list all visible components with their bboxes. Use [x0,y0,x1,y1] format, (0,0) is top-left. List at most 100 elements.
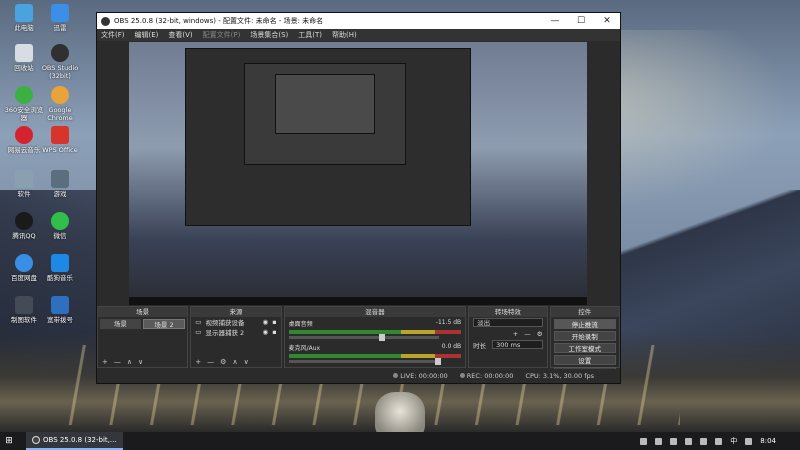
desktop-icon-games-folder[interactable]: 游戏 [38,170,82,198]
mixer-channel-header: 麦克风/Aux 0.0 dB [289,343,462,352]
mixer-channel-header: 桌面音频 -11.5 dB [289,319,462,328]
menu-bar: 文件(F) 编辑(E) 查看(V) 配置文件(P) 场景集合(S) 工具(T) … [97,29,620,41]
wps-icon [51,126,69,144]
preview-recursive-obs [185,48,471,226]
wechat-tray-icon[interactable] [715,437,723,445]
obs-icon [51,44,69,62]
cloud-icon [15,254,33,272]
stop-streaming-button[interactable]: 停止推流 [553,319,616,329]
recycle-bin-icon [15,44,33,62]
source-item[interactable]: ▭ 视频捕获设备 ◉ ▪ [191,317,280,327]
menu-tools[interactable]: 工具(T) [298,30,322,40]
desktop-icon-chrome[interactable]: Google Chrome [38,86,82,122]
window-titlebar[interactable]: OBS 25.0.8 (32-bit, windows) - 配置文件: 未命名… [97,13,620,29]
sources-dock: 来源 ▭ 视频捕获设备 ◉ ▪ ▭ 显示器捕获 2 ◉ ▪ + — ⚙ ∧ ∨ [190,306,282,368]
dock-area: 场景 场景 场景 2 + — ∧ ∨ 来源 ▭ 视频捕获设备 ◉ ▪ ▭ 显示器… [97,306,620,377]
menu-edit[interactable]: 编辑(E) [135,30,159,40]
transitions-dock: 转场特效 淡出 + — ⚙ 时长 300 ms [468,306,548,368]
volume-slider-handle[interactable] [378,334,385,341]
input-method-indicator[interactable]: 中 [730,436,737,446]
desktop-icon-wps[interactable]: WPS Office [38,126,82,154]
rec-status: REC: 00:00:00 [459,372,514,380]
settings-button[interactable]: 设置 [553,355,616,365]
add-transition-button[interactable]: + [513,330,518,338]
studio-mode-button[interactable]: 工作室模式 [553,343,616,353]
source-properties-gear-icon[interactable]: ⚙ [220,358,226,366]
keyboard-icon[interactable] [745,437,753,445]
duration-label: 时长 [473,341,487,350]
start-button[interactable]: ⊞ [0,432,18,450]
minimize-button[interactable]: — [542,16,568,26]
transition-duration-row: 时长 300 ms [469,339,546,350]
visibility-eye-icon[interactable]: ◉ [263,328,269,336]
preview-recursive-obs-3 [275,74,375,134]
obs-window: OBS 25.0.8 (32-bit, windows) - 配置文件: 未命名… [96,12,621,384]
menu-scene-collection[interactable]: 场景集合(S) [250,30,288,40]
maximize-button[interactable]: ☐ [568,16,594,26]
volume-meter [288,330,462,334]
start-recording-button[interactable]: 开始录制 [553,331,616,341]
scenes-dock-title: 场景 [98,307,188,317]
menu-profile[interactable]: 配置文件(P) [203,30,241,40]
network-icon[interactable] [670,437,678,445]
volume-slider-handle[interactable] [434,358,441,365]
move-scene-up-button[interactable]: ∧ [127,358,132,366]
volume-slider[interactable] [288,358,441,365]
desktop-icon-wechat[interactable]: 微信 [38,212,82,240]
remove-transition-button[interactable]: — [524,330,531,338]
controls-dock-title: 控件 [550,307,619,317]
transition-type-select[interactable]: 淡出 [473,318,543,327]
cpu-status: CPU: 3.1%, 30.00 fps [525,372,594,380]
preview-taskbar [129,297,587,305]
controls-dock: 控件 停止推流 开始录制 工作室模式 设置 退出 [549,306,620,377]
chevron-up-icon[interactable] [640,437,648,445]
obs-tray-icon[interactable] [685,437,693,445]
desktop-icon-obs[interactable]: OBS Studio (32bit) [38,44,82,80]
scene-item[interactable]: 场景 [100,319,141,329]
desktop-icon-broadband-dialer[interactable]: 宽带拨号 [38,296,82,324]
mixer-channel: 桌面音频 -11.5 dB [285,317,466,341]
menu-file[interactable]: 文件(F) [101,30,125,40]
microphone-icon[interactable] [655,437,663,445]
close-button[interactable]: ✕ [594,16,620,26]
lock-icon[interactable]: ▪ [272,318,276,326]
volume-icon[interactable] [700,437,708,445]
wechat-icon [51,212,69,230]
transition-type-row: 淡出 [469,317,546,328]
source-item[interactable]: ▭ 显示器捕获 2 ◉ ▪ [191,327,280,337]
duration-input[interactable]: 300 ms [492,340,543,349]
obs-app-icon [101,16,110,26]
taskbar-app-obs[interactable]: OBS 25.0.8 (32-bit,... [26,432,123,450]
desktop-icon-kugou[interactable]: 酷狗音乐 [38,254,82,282]
remove-scene-button[interactable]: — [114,358,121,366]
mixer-dock-title: 混音器 [284,307,466,317]
visibility-eye-icon[interactable]: ◉ [263,318,269,326]
move-source-down-button[interactable]: ∨ [244,358,249,366]
live-indicator-icon [393,373,399,378]
preview-canvas[interactable] [129,42,587,305]
this-pc-icon [15,4,33,22]
move-source-up-button[interactable]: ∧ [232,358,237,366]
scene-list: 场景 场景 2 [98,317,187,331]
sources-dock-toolbar: + — ⚙ ∧ ∨ [191,357,280,367]
rec-time: REC: 00:00:00 [466,372,514,380]
transition-properties-gear-icon[interactable]: ⚙ [537,330,543,338]
menu-view[interactable]: 查看(V) [168,30,192,40]
rec-indicator-icon [459,373,465,378]
mixer-dock: 混音器 桌面音频 -11.5 dB 麦克风/Aux 0.0 dB [283,306,467,368]
clock[interactable]: 8:04 [760,437,776,445]
move-scene-down-button[interactable]: ∨ [138,358,143,366]
add-source-button[interactable]: + [195,358,201,366]
desktop-icon-xunlei[interactable]: 迅雷 [38,4,82,32]
mixer-channel: 麦克风/Aux 0.0 dB [285,341,466,365]
xunlei-icon [51,4,69,22]
add-scene-button[interactable]: + [102,358,108,366]
transition-tools: + — ⚙ [469,328,546,339]
system-tray: 中 8:04 [640,436,800,446]
scene-item-active[interactable]: 场景 2 [142,319,186,329]
scenes-dock: 场景 场景 场景 2 + — ∧ ∨ [97,306,189,368]
volume-slider[interactable] [288,334,439,341]
lock-icon[interactable]: ▪ [272,328,276,336]
menu-help[interactable]: 帮助(H) [332,30,357,40]
remove-source-button[interactable]: — [207,358,214,366]
